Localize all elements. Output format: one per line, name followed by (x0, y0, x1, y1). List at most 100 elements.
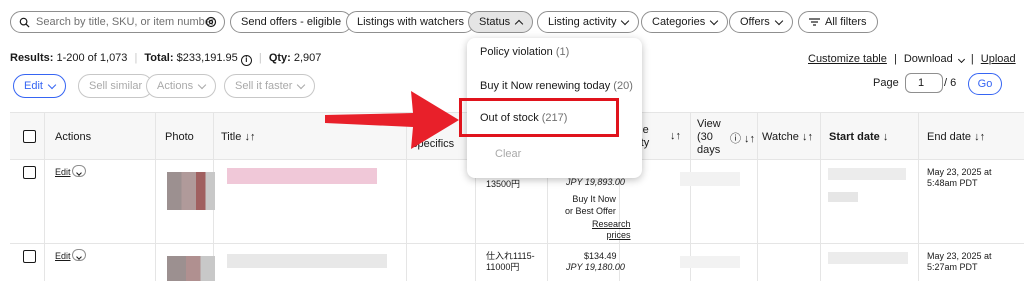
row-edit-link[interactable]: Edit (55, 251, 71, 261)
listings-with-watchers-filter[interactable]: Listings with watchers (346, 11, 475, 33)
price: $134.49 (584, 251, 617, 261)
clear-button[interactable]: Clear (495, 148, 521, 160)
redacted-cell (828, 168, 906, 180)
chevron-down-icon (76, 254, 82, 260)
custom-label: 13500円 (486, 179, 521, 189)
product-photo (167, 172, 215, 210)
col-divider (44, 113, 45, 281)
price-jpy: JPY 19,180.00 (566, 262, 625, 272)
option-count: (20) (613, 80, 633, 92)
header-start-date[interactable]: Start date ↓ (829, 131, 888, 143)
status-label: Status (479, 16, 511, 28)
sort-down-icon: ↓ (882, 131, 889, 143)
go-button[interactable]: Go (968, 73, 1002, 95)
product-title-redacted (227, 254, 387, 268)
upload-link[interactable]: Upload (981, 53, 1016, 65)
row-divider (10, 243, 1024, 244)
sell-faster-label: Sell it faster (235, 80, 293, 92)
end-date: May 23, 2025 at 5:48am PDT (927, 167, 992, 188)
header-watchers[interactable]: Watche ↓↑ (762, 131, 813, 143)
option-label: Buy it Now renewing today (480, 80, 611, 92)
search-input[interactable]: Search by title, SKU, or item number (10, 11, 225, 33)
categories-label: Categories (652, 16, 706, 28)
sort-icon: ↓↑ (801, 131, 813, 143)
edit-button[interactable]: Edit (13, 74, 66, 98)
listing-activity-filter[interactable]: Listing activity (537, 11, 640, 33)
actions-button[interactable]: Actions (146, 74, 217, 98)
results-summary: Results: 1-200 of 1,073 | Total: $233,19… (10, 52, 322, 66)
results-value: 1-200 of 1,073 (56, 52, 128, 64)
red-arrow-annotation (325, 91, 459, 149)
chevron-down-icon (774, 16, 784, 25)
row-checkbox[interactable] (23, 166, 36, 179)
redacted-cell (828, 252, 908, 264)
header-title[interactable]: Title ↓↑ (221, 131, 255, 143)
settings-icon[interactable] (205, 16, 217, 28)
status-dropdown: Policy violation (1) Buy it Now renewing… (459, 38, 642, 178)
option-count: (1) (555, 46, 570, 58)
edit-label: Edit (24, 80, 43, 92)
all-filters-label: All filters (825, 16, 867, 28)
sell-similar-label: Sell similar (89, 80, 143, 92)
header-end-date[interactable]: End date ↓↑ (927, 131, 985, 143)
redacted-cell (680, 256, 740, 268)
row-checkbox[interactable] (23, 250, 36, 263)
select-all-checkbox[interactable] (23, 130, 36, 143)
chevron-down-icon (76, 170, 82, 176)
research-prices-link[interactable]: Research prices (592, 219, 631, 241)
chevron-down-icon (197, 80, 207, 89)
custom-label: 仕入れ1115- 11000円 (486, 251, 535, 272)
chevron-down-icon (47, 80, 57, 89)
header-views-label: View (30 days (697, 118, 721, 156)
page-total: / 6 (944, 77, 957, 89)
send-offers-label: Send offers - eligible (241, 16, 342, 28)
col-divider (757, 113, 758, 281)
chevron-up-icon (514, 19, 524, 28)
sell-faster-button[interactable]: Sell it faster (224, 74, 316, 98)
customize-table-link[interactable]: Customize table (808, 53, 887, 65)
col-divider (155, 113, 156, 281)
chevron-down-icon (957, 55, 965, 64)
header-end-date-label: End date (927, 131, 972, 143)
status-option-policy-violation[interactable]: Policy violation (1) (480, 46, 569, 58)
table-actions: Customize table | Download | Upload (808, 53, 1016, 65)
categories-filter[interactable]: Categories (641, 11, 729, 33)
all-filters-button[interactable]: All filters (798, 11, 878, 33)
page-label: Page (873, 77, 899, 89)
chevron-down-icon (621, 16, 630, 25)
download-link[interactable]: Download (904, 53, 953, 65)
listings-with-watchers-label: Listings with watchers (357, 16, 464, 28)
actions-label: Actions (157, 80, 194, 92)
option-label: Policy violation (480, 46, 553, 58)
product-photo (167, 256, 215, 281)
col-divider (918, 113, 919, 281)
total-value: $233,191.95 (176, 52, 238, 64)
header-views[interactable]: View (30 days (697, 118, 721, 157)
redacted-cell (680, 172, 740, 186)
page-input[interactable]: 1 (905, 73, 943, 93)
listing-format: Buy It Now or Best Offer (565, 194, 616, 216)
row-edit-dropdown[interactable] (72, 249, 86, 261)
total-label: Total: (144, 52, 174, 64)
col-divider (820, 113, 821, 281)
header-start-date-label: Start date (829, 131, 880, 143)
qty-value: 2,907 (293, 52, 322, 64)
chevron-down-icon (297, 80, 306, 89)
status-filter[interactable]: Status (468, 11, 534, 33)
filter-icon (809, 18, 820, 26)
offers-filter[interactable]: Offers (729, 11, 793, 33)
info-icon[interactable]: i (240, 55, 252, 66)
end-date: May 23, 2025 at 5:27am PDT (927, 251, 992, 272)
header-watchers-label: Watche (762, 131, 799, 143)
search-icon (19, 17, 30, 28)
status-option-buy-it-now-renewing[interactable]: Buy it Now renewing today (20) (480, 80, 633, 92)
row-edit-dropdown[interactable] (72, 165, 86, 177)
offers-label: Offers (740, 16, 770, 28)
redacted-cell (828, 192, 858, 202)
status-option-out-of-stock[interactable]: Out of stock (217) (480, 112, 567, 124)
sort-icon: ↓↑ (974, 131, 986, 143)
sell-similar-button[interactable]: Sell similar (78, 74, 154, 98)
go-label: Go (977, 78, 993, 90)
send-offers-filter[interactable]: Send offers - eligible (230, 11, 353, 33)
row-edit-link[interactable]: Edit (55, 167, 71, 177)
